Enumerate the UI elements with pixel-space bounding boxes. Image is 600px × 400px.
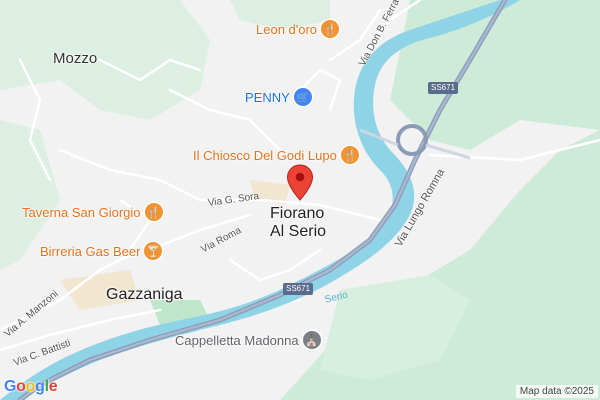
poi-penny[interactable]: PENNY 🛒 xyxy=(245,88,312,106)
poi-leon-doro[interactable]: Leon d'oro 🍴 xyxy=(256,20,340,38)
poi-label: Taverna San Giorgio xyxy=(22,204,141,220)
poi-cappelletta-madonna[interactable]: Cappelletta Madonna ⛪ xyxy=(175,331,321,349)
poi-label: PENNY xyxy=(245,89,290,105)
location-pin-icon[interactable] xyxy=(286,164,314,202)
poi-label: Birreria Gas Beer xyxy=(40,243,141,259)
bar-icon: 🍸 xyxy=(144,242,163,260)
google-logo[interactable]: Google xyxy=(4,378,58,396)
place-label-gazzaniga: Gazzaniga xyxy=(106,286,183,303)
map-view[interactable]: Mozzo Fiorano Al Serio Gazzaniga Leon d'… xyxy=(0,0,600,400)
restaurant-icon: 🍴 xyxy=(144,203,163,221)
map-attribution[interactable]: Map data ©2025 xyxy=(515,385,598,398)
poi-taverna-san-giorgio[interactable]: Taverna San Giorgio 🍴 xyxy=(22,203,163,221)
place-label-fiorano: Fiorano Al Serio xyxy=(270,205,327,240)
poi-label: Cappelletta Madonna xyxy=(175,332,299,348)
poi-birreria-gas-beer[interactable]: Birreria Gas Beer 🍸 xyxy=(40,242,163,260)
road-shield-ss671: SS671 xyxy=(428,82,459,94)
road-shield-ss671: SS671 xyxy=(283,283,314,295)
shopping-cart-icon: 🛒 xyxy=(293,88,312,106)
poi-il-chiosco[interactable]: Il Chiosco Del Godi Lupo 🍴 xyxy=(193,146,359,164)
restaurant-icon: 🍴 xyxy=(340,146,359,164)
place-label-mozzo: Mozzo xyxy=(53,50,98,67)
place-of-worship-icon: ⛪ xyxy=(302,331,321,349)
poi-label: Leon d'oro xyxy=(256,21,318,37)
poi-label: Il Chiosco Del Godi Lupo xyxy=(193,147,337,163)
restaurant-icon: 🍴 xyxy=(321,20,340,38)
